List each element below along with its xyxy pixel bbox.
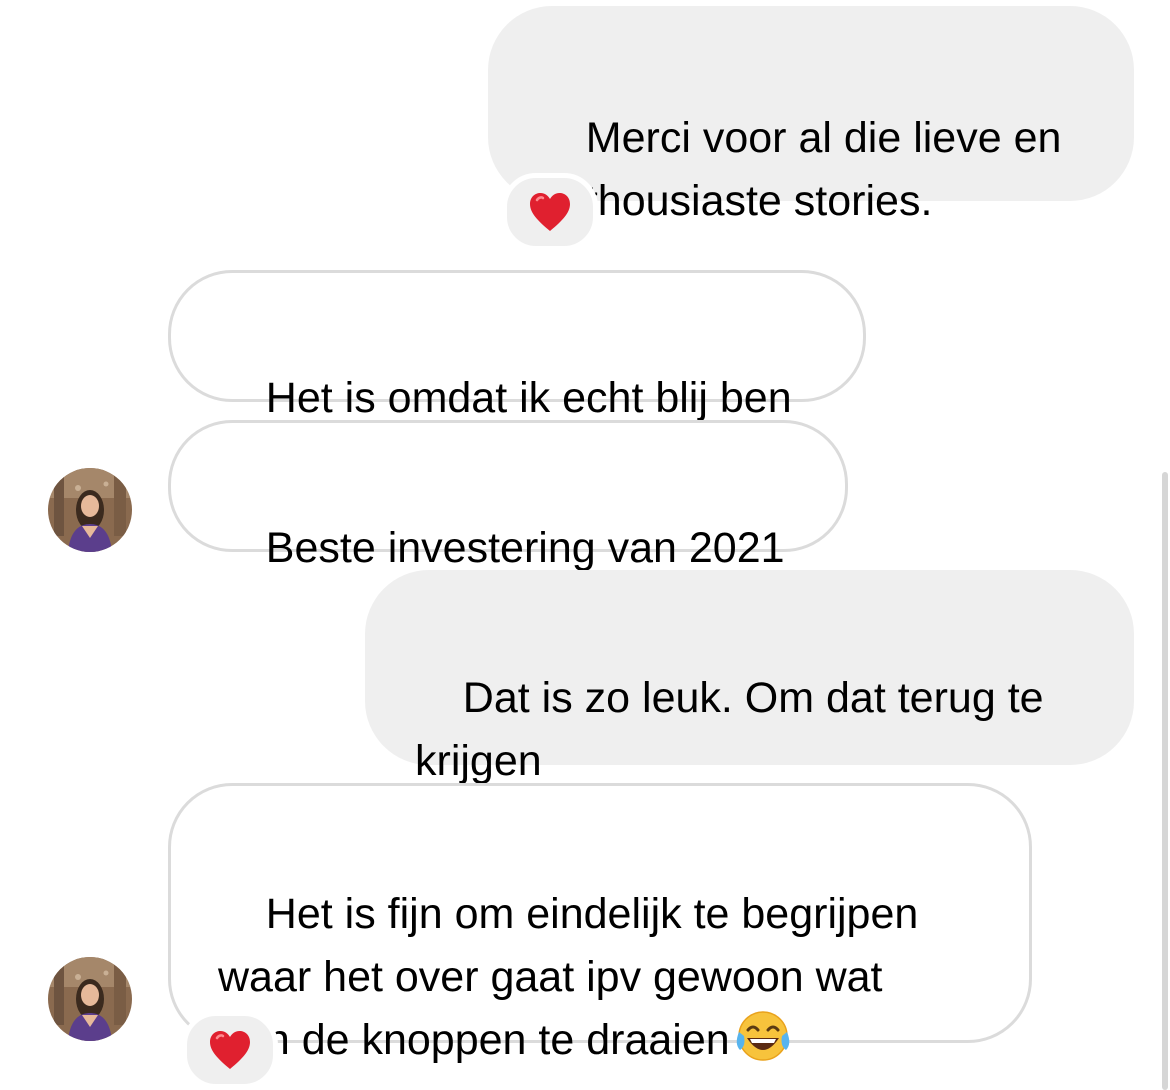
red-heart-icon xyxy=(530,193,570,231)
scrollbar[interactable] xyxy=(1162,472,1168,1090)
heart-reaction[interactable] xyxy=(182,1011,278,1089)
received-message-bubble[interactable]: Het is fijn om eindelijk te begrijpen wa… xyxy=(168,783,1032,1064)
sent-message-bubble[interactable]: Merci voor al die lieve en enthousiaste … xyxy=(488,6,1134,225)
contact-avatar[interactable] xyxy=(48,468,132,552)
sent-message-bubble[interactable]: Dat is zo leuk. Om dat terug te krijgen xyxy=(365,570,1134,785)
avatar-photo xyxy=(48,468,132,552)
message-text: Het is omdat ik echt blij ben xyxy=(265,374,792,422)
received-message-bubble[interactable]: Beste investering van 2021 xyxy=(168,420,848,572)
heart-reaction[interactable] xyxy=(502,173,598,251)
message-text: Dat is zo leuk. Om dat terug te krijgen xyxy=(415,674,1044,785)
red-heart-icon xyxy=(210,1031,250,1069)
message-text: Merci voor al die lieve en enthousiaste … xyxy=(538,114,1062,225)
chat-thread[interactable]: Merci voor al die lieve en enthousiaste … xyxy=(0,0,1170,1090)
contact-avatar[interactable] xyxy=(48,957,132,1041)
message-text: Het is fijn om eindelijk te begrijpen wa… xyxy=(218,890,919,1064)
received-message-bubble[interactable]: Het is omdat ik echt blij ben xyxy=(168,270,866,422)
avatar-photo xyxy=(48,957,132,1041)
tears-of-joy-emoji-icon xyxy=(734,1010,792,1080)
message-text: Beste investering van 2021 xyxy=(265,524,785,572)
